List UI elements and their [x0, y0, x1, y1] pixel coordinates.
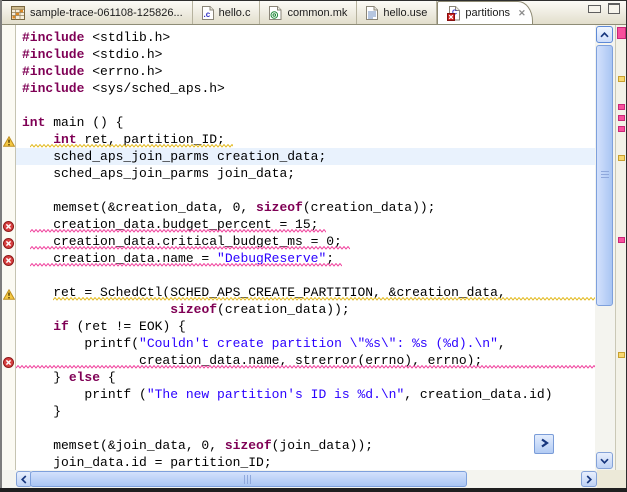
overview-error-marker[interactable]: [618, 115, 625, 121]
code-line[interactable]: sizeof(creation_data));: [22, 301, 350, 318]
code-line[interactable]: #include <stdio.h>: [22, 46, 162, 63]
horizontal-scrollbar[interactable]: [2, 470, 627, 488]
overview-error-marker[interactable]: [618, 237, 625, 243]
scroll-down-button[interactable]: [596, 452, 613, 469]
tab-common-mk[interactable]: common.mk: [260, 1, 357, 24]
vertical-scrollbar-thumb[interactable]: [596, 45, 613, 306]
code-line[interactable]: if (ret != EOK) {: [22, 318, 186, 335]
code-line[interactable]: #include <errno.h>: [22, 63, 162, 80]
error-marker-icon[interactable]: [3, 219, 14, 237]
svg-text:.c: .c: [203, 10, 210, 19]
c-file-error-icon: C: [447, 6, 460, 21]
error-squiggle: [16, 365, 595, 369]
code-line[interactable]: #include <stdlib.h>: [22, 29, 170, 46]
code-line[interactable]: memset(&creation_data, 0, sizeof(creatio…: [22, 199, 435, 216]
tab-sample-trace[interactable]: sample-trace-061108-125826...: [2, 1, 193, 24]
warning-marker-icon[interactable]: [3, 134, 15, 152]
vertical-scrollbar[interactable]: [595, 25, 615, 470]
code-line[interactable]: memset(&join_data, 0, sizeof(join_data))…: [22, 437, 373, 454]
code-line[interactable]: sched_aps_join_parms join_data;: [22, 165, 295, 182]
tab-label: hello.c: [219, 7, 251, 19]
c-file-icon: .c: [202, 6, 214, 20]
window-controls: [588, 3, 620, 14]
marker-gutter: [2, 25, 16, 470]
close-tab-icon[interactable]: ✕: [515, 8, 526, 19]
editor-pane: sample-trace-061108-125826... .c hello.c co…: [0, 0, 627, 492]
window-border-left: [0, 0, 2, 492]
code-line[interactable]: int main () {: [22, 114, 123, 131]
code-line[interactable]: }: [22, 403, 61, 420]
error-squiggle: [30, 246, 350, 250]
code-line[interactable]: join_data.id = partition_ID;: [22, 454, 272, 470]
tab-label: partitions: [465, 7, 510, 19]
scroll-right-button[interactable]: [581, 471, 597, 487]
error-marker-icon[interactable]: [3, 253, 14, 271]
usemsg-file-icon: [366, 6, 378, 20]
window-border-bottom: [0, 488, 627, 492]
scroll-up-button[interactable]: [596, 26, 613, 43]
code-editor[interactable]: #include <stdlib.h>#include <stdio.h>#in…: [16, 25, 595, 470]
error-marker-icon[interactable]: [3, 355, 14, 373]
overview-error-indicator[interactable]: [617, 27, 626, 39]
code-line[interactable]: printf ("The new partition's ID is %d.\n…: [22, 386, 553, 403]
overview-warning-marker[interactable]: [618, 76, 625, 82]
warning-squiggle: [30, 144, 233, 148]
chevron-right-icon: [540, 435, 549, 453]
tab-label: sample-trace-061108-125826...: [30, 7, 183, 19]
tab-hello-use[interactable]: hello.use: [357, 1, 437, 24]
horizontal-scrollbar-thumb[interactable]: [30, 471, 467, 487]
code-line[interactable]: sched_aps_join_parms creation_data;: [22, 148, 326, 165]
error-marker-icon[interactable]: [3, 236, 14, 254]
maximize-button[interactable]: [608, 3, 620, 14]
warning-marker-icon[interactable]: [3, 287, 15, 305]
next-annotation-button[interactable]: [534, 434, 554, 454]
minimize-button[interactable]: [588, 5, 601, 13]
tab-partitions[interactable]: Cpartitions ✕: [437, 1, 532, 24]
tab-label: common.mk: [287, 7, 347, 19]
error-squiggle: [30, 263, 342, 267]
tab-hello-c[interactable]: .c hello.c: [193, 1, 261, 24]
code-line[interactable]: #include <sys/sched_aps.h>: [22, 80, 225, 97]
warning-squiggle: [53, 297, 595, 301]
trace-icon: [11, 6, 25, 20]
overview-error-marker[interactable]: [618, 104, 625, 110]
window-border-top: [0, 0, 627, 1]
code-line[interactable]: printf("Couldn't create partition \"%s\"…: [22, 335, 506, 352]
overview-error-marker[interactable]: [618, 126, 625, 132]
error-squiggle: [30, 229, 326, 233]
overview-warning-marker[interactable]: [618, 352, 625, 358]
tab-bar: sample-trace-061108-125826... .c hello.c co…: [0, 1, 627, 25]
overview-warning-marker[interactable]: [618, 155, 625, 161]
code-line[interactable]: } else {: [22, 369, 116, 386]
makefile-icon: [269, 6, 282, 20]
tab-label: hello.use: [383, 7, 427, 19]
scrollbar-corner: [597, 470, 627, 488]
